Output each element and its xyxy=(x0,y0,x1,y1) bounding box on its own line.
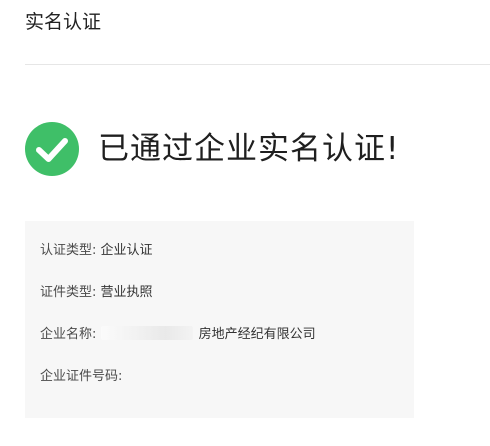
check-circle-icon xyxy=(25,122,79,176)
company-id-label: 企业证件号码: xyxy=(40,369,123,384)
header-divider xyxy=(25,64,490,65)
doc-type-value: 营业执照 xyxy=(100,285,153,300)
company-name-label: 企业名称: xyxy=(40,327,97,342)
cert-type-row: 认证类型: 企业认证 xyxy=(40,241,153,261)
status-message: 已通过企业实名认证! xyxy=(98,131,400,167)
cert-type-label: 认证类型: xyxy=(40,243,97,258)
redacted-block xyxy=(100,326,193,340)
page-title: 实名认证 xyxy=(25,11,102,33)
cert-type-value: 企业认证 xyxy=(100,243,153,258)
doc-type-row: 证件类型: 营业执照 xyxy=(40,283,153,303)
company-name-row: 企业名称: 房地产经纪有限公司 xyxy=(40,325,316,345)
company-name-value: 房地产经纪有限公司 xyxy=(198,327,316,342)
doc-type-label: 证件类型: xyxy=(40,285,97,300)
verification-status: 已通过企业实名认证! xyxy=(24,121,399,177)
company-id-row: 企业证件号码: xyxy=(40,367,122,387)
certification-details: 认证类型: 企业认证 证件类型: 营业执照 企业名称: 房地产经纪有限公司 企业… xyxy=(25,221,414,418)
